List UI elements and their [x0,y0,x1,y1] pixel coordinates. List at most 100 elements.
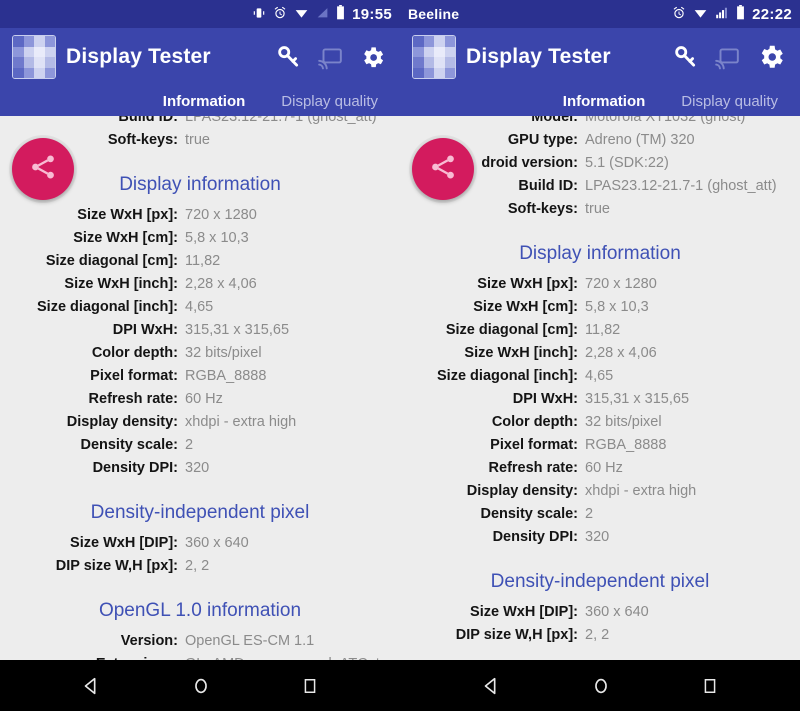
row-value: 4,65 [585,368,614,384]
row-key: Density DPI: [492,529,578,545]
row-key: Size WxH [px]: [77,207,178,223]
row-value: 320 [585,529,610,545]
row-value: 5,8 x 10,3 [185,230,249,246]
right-device-panel: Beeline 22:22 Display Tester Information… [400,0,800,660]
table-row: Size diagonal [inch]: 4,65 [0,296,400,319]
home-icon[interactable] [190,675,212,697]
left-status-bar: 19:55 [0,0,400,28]
battery-icon [736,5,745,23]
back-icon[interactable] [480,675,502,697]
dual-phone-screenshot: 19:55 Display Tester Information Display… [0,0,800,711]
app-grid-logo-icon [12,35,56,79]
battery-icon [336,5,345,23]
row-key: Model: [531,116,578,125]
right-appbar-actions [672,42,788,72]
row-key: Density scale: [480,506,578,522]
share-icon [428,152,458,187]
section-title-density-independent-pixel: Density-independent pixel [90,502,310,523]
right-scroll-container[interactable]: Model: Motorola XT1032 (ghost) GPU type:… [400,116,800,660]
table-row: Size WxH [inch]: 2,28 x 4,06 [400,342,800,365]
left-app-title: Display Tester [66,45,211,68]
right-status-bar: Beeline 22:22 [400,0,800,28]
row-value: 2 [185,437,194,453]
left-content[interactable]: Build ID: LPAS23.12-21.7-1 (ghost_att) S… [0,116,400,660]
right-content[interactable]: Model: Motorola XT1032 (ghost) GPU type:… [400,116,800,660]
left-navigation-bar [0,660,400,711]
row-value: OpenGL ES-CM 1.1 [185,633,315,649]
row-value: 2, 2 [585,627,610,643]
cast-icon[interactable] [714,44,740,70]
vibrate-icon [252,6,266,23]
recents-icon[interactable] [700,676,720,696]
row-key: Density DPI: [92,460,178,476]
row-key: Refresh rate: [488,460,578,476]
share-fab-button[interactable] [12,138,74,200]
row-key: Refresh rate: [88,391,178,407]
row-key: Extensions: [0,654,185,660]
row-key: Color depth: [491,414,578,430]
row-value: 320 [185,460,210,476]
section-title-density-independent-pixel: Density-independent pixel [490,571,710,592]
cast-icon[interactable] [317,44,343,70]
recents-icon[interactable] [300,676,320,696]
row-key: Size WxH [cm]: [473,299,578,315]
row-value: xhdpi - extra high [585,483,697,499]
row-value: LPAS23.12-21.7-1 (ghost_att) [585,178,777,194]
table-row: DIP size W,H [px]: 2, 2 [400,624,800,647]
row-value: 32 bits/pixel [585,414,662,430]
left-opengl-rows: Version: OpenGL ES-CM 1.1 Extensions:GL_A… [0,630,400,660]
right-carrier-label: Beeline [408,6,460,22]
table-row: Color depth: 32 bits/pixel [0,342,400,365]
table-row: Density scale: 2 [0,434,400,457]
section-title-display-information: Display information [519,243,681,264]
row-value: 32 bits/pixel [185,345,262,361]
row-value: 11,82 [585,322,621,338]
gear-icon[interactable] [359,44,386,71]
tab-display-quality[interactable]: Display quality [663,93,796,110]
wifi-icon [693,6,708,23]
key-icon[interactable] [672,44,698,70]
row-value: 11,82 [185,253,221,269]
row-key: Size WxH [inch]: [464,345,578,361]
row-value: 315,31 x 315,65 [585,391,690,407]
table-row: Size diagonal [cm]: 11,82 [0,250,400,273]
left-scroll-container[interactable]: Build ID: LPAS23.12-21.7-1 (ghost_att) S… [0,116,400,660]
row-key: Size WxH [DIP]: [70,535,178,551]
row-key: Size diagonal [inch]: [437,368,578,384]
row-value: xhdpi - extra high [185,414,297,430]
table-row: Size WxH [inch]: 2,28 x 4,06 [0,273,400,296]
section-title-opengl-information: OpenGL 1.0 information [98,600,302,621]
right-status-icons [672,5,745,23]
left-app-bar: Display Tester [0,28,400,86]
left-device-panel: 19:55 Display Tester Information Display… [0,0,400,660]
table-row: Soft-keys: true [400,198,800,221]
row-key: Color depth: [91,345,178,361]
app-grid-logo-icon [412,35,456,79]
table-row: Size diagonal [inch]: 4,65 [400,365,800,388]
key-icon[interactable] [275,44,301,70]
wifi-icon [294,6,309,23]
row-value: 2,28 x 4,06 [185,276,257,292]
table-row: Size WxH [DIP]: 360 x 640 [400,601,800,624]
share-icon [28,152,58,187]
right-navigation-bar [400,660,800,711]
row-value: 360 x 640 [585,604,649,620]
tab-information[interactable]: Information [145,93,264,110]
table-row: Density scale: 2 [400,503,800,526]
tab-information[interactable]: Information [545,93,664,110]
row-key: Size WxH [cm]: [73,230,178,246]
table-row: Model: Motorola XT1032 (ghost) [400,116,800,129]
table-row: Color depth: 32 bits/pixel [400,411,800,434]
tab-display-quality[interactable]: Display quality [263,93,396,110]
table-row: DPI WxH: 315,31 x 315,65 [0,319,400,342]
home-icon[interactable] [590,675,612,697]
row-key: DPI WxH: [112,322,178,338]
table-row: Refresh rate: 60 Hz [400,457,800,480]
share-fab-button[interactable] [412,138,474,200]
table-row: Display density: xhdpi - extra high [0,411,400,434]
gear-icon[interactable] [756,42,786,72]
table-row: Refresh rate: 60 Hz [0,388,400,411]
alarm-icon [672,6,686,23]
back-icon[interactable] [80,675,102,697]
table-row: Version: OpenGL ES-CM 1.1 [0,630,400,653]
